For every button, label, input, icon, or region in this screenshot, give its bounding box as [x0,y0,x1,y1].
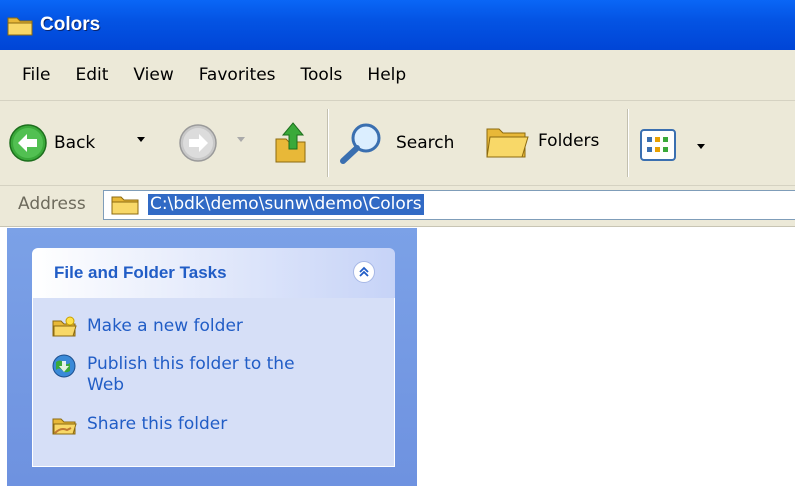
share-folder-label: Share this folder [87,414,228,434]
publish-folder-web-label: Publish this folder to the Web [87,354,295,395]
make-new-folder-link[interactable]: Make a new folder [51,316,332,338]
publish-web-icon [52,354,76,378]
toolbar-separator [627,109,629,177]
address-value[interactable]: C:\bdk\demo\sunw\demo\Colors [148,194,424,215]
address-field[interactable]: C:\bdk\demo\sunw\demo\Colors [103,190,795,220]
folders-button[interactable]: Folders [484,121,599,161]
chevron-down-icon [137,137,145,142]
forward-dropdown-button[interactable] [236,136,246,144]
folder-icon [111,196,139,215]
forward-arrow-icon [179,124,217,162]
back-dropdown-button[interactable] [136,136,146,144]
up-folder-icon [275,122,306,163]
menu-bar: File Edit View Favorites Tools Help [0,50,795,101]
menu-view[interactable]: View [125,65,181,85]
share-folder-link[interactable]: Share this folder [51,414,332,436]
folders-icon [486,128,529,158]
new-folder-icon [52,316,77,337]
back-label: Back [54,133,96,153]
publish-folder-web-link[interactable]: Publish this folder to the Web [51,354,332,396]
chevron-up-double-icon [359,266,369,277]
forward-button[interactable] [178,123,218,163]
menu-edit[interactable]: Edit [67,65,116,85]
toolbar-separator [327,109,329,177]
menu-favorites[interactable]: Favorites [191,65,284,85]
menu-tools[interactable]: Tools [293,65,351,85]
address-bar: Address C:\bdk\demo\sunw\demo\Colors [0,186,795,227]
task-panel-title: File and Folder Tasks [54,263,227,282]
collapse-button[interactable] [353,261,375,283]
up-folder-button[interactable] [272,119,310,165]
file-folder-tasks-panel: File and Folder Tasks Make a new folder [32,248,395,467]
toolbar: Back Search Folders [0,101,795,186]
share-folder-icon [52,418,77,435]
views-dropdown-button[interactable] [696,143,706,151]
task-panel-body: Make a new folder Publish this folder to… [32,298,395,467]
make-new-folder-label: Make a new folder [87,316,243,336]
search-label: Search [396,133,455,153]
menu-help[interactable]: Help [359,65,414,85]
menu-file[interactable]: File [14,65,58,85]
task-pane: File and Folder Tasks Make a new folder [7,228,417,486]
folders-label: Folders [538,131,600,151]
views-button[interactable] [640,129,676,161]
back-button[interactable]: Back [8,123,95,163]
chevron-down-icon [697,144,705,149]
back-arrow-icon [9,124,47,162]
title-bar[interactable]: Colors [0,0,795,50]
folder-icon [7,17,33,36]
task-panel-header[interactable]: File and Folder Tasks [32,248,395,298]
window-title: Colors [40,14,101,35]
views-icon [640,129,676,161]
search-icon [340,123,381,164]
search-button[interactable]: Search [338,121,454,165]
address-label: Address [18,194,86,214]
chevron-down-icon [237,137,245,142]
